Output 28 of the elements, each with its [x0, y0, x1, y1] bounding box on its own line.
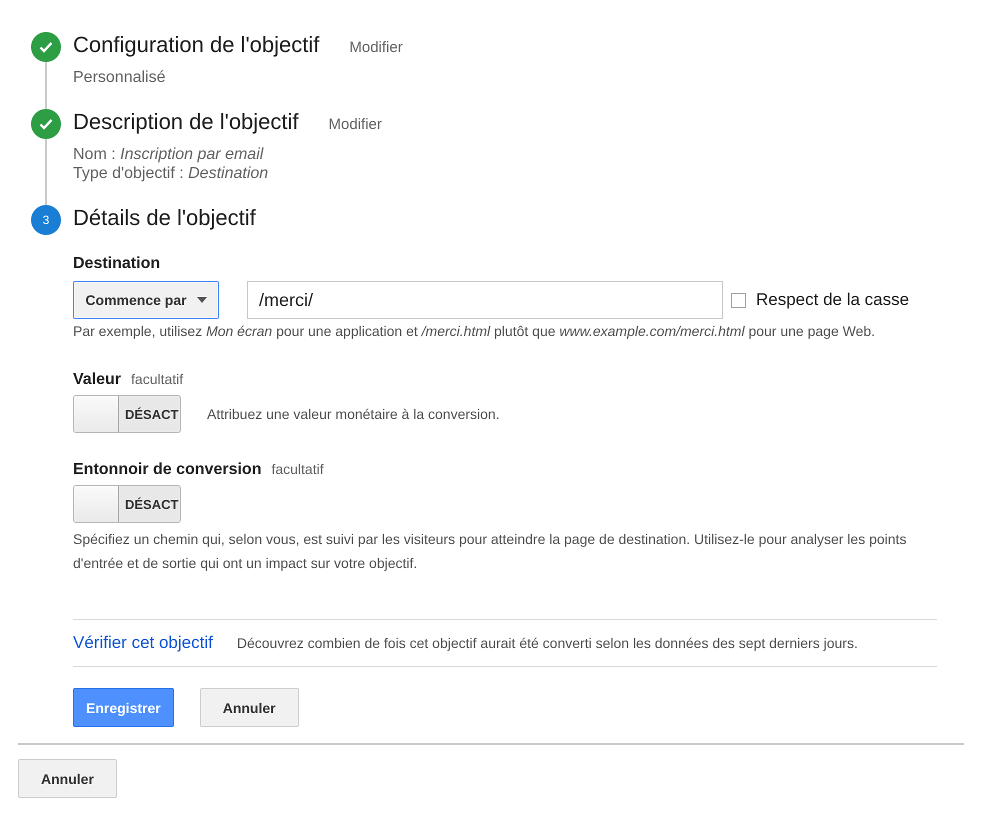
optional-tag: facultatif: [131, 371, 184, 387]
verify-description: Découvrez combien de fois cet objectif aurait été converti selon les données des sept derniers jours.: [236, 635, 858, 651]
hint-text: Par exemple, utilisez Mon écran pour une application et /merci.html plutôt que www.example.com/merci.html pour une page Web.: [73, 323, 876, 339]
option-label: Entonnoir de conversion: [73, 461, 262, 479]
step-detail: Type d'objectif : Destination: [73, 164, 270, 183]
toggle-switch[interactable]: DÉSACT: [73, 485, 181, 523]
verify-link[interactable]: Vérifier cet objectif: [73, 633, 213, 653]
field-label: Destination: [73, 255, 162, 273]
caret-icon: [196, 297, 207, 303]
checkbox[interactable]: [731, 292, 746, 308]
option-description: Spécifiez un chemin qui, selon vous, est suivi par les visiteurs pour atteindre la page de destination. Utilisez-le pour analyser les points d'entrée et de sortie qui ont un impact sur votre objectif.: [73, 530, 908, 573]
step-detail: Nom : Inscription par email: [73, 145, 265, 164]
step-title: Configuration de l'objectif: [73, 32, 320, 58]
option-label: Valeur: [73, 371, 122, 389]
toggle-switch[interactable]: DÉSACT: [73, 395, 181, 433]
step-title: Détails de l'objectif: [73, 205, 256, 231]
step-number: 3: [31, 205, 61, 235]
option-description: Attribuez une valeur monétaire à la conversion.: [207, 406, 500, 422]
edit-link[interactable]: Modifier: [328, 116, 382, 133]
cancel-button[interactable]: Annuler: [200, 688, 299, 727]
url-field[interactable]: /merci/: [247, 281, 723, 319]
checkbox-label: Respect de la casse: [756, 290, 910, 310]
optional-tag: facultatif: [271, 461, 324, 477]
step-detail: Personnalisé: [73, 68, 166, 87]
cancel-button[interactable]: Annuler: [18, 759, 117, 798]
step-title: Description de l'objectif: [73, 109, 299, 135]
edit-link[interactable]: Modifier: [349, 39, 403, 56]
match-type-dropdown[interactable]: Commence par: [73, 281, 219, 319]
